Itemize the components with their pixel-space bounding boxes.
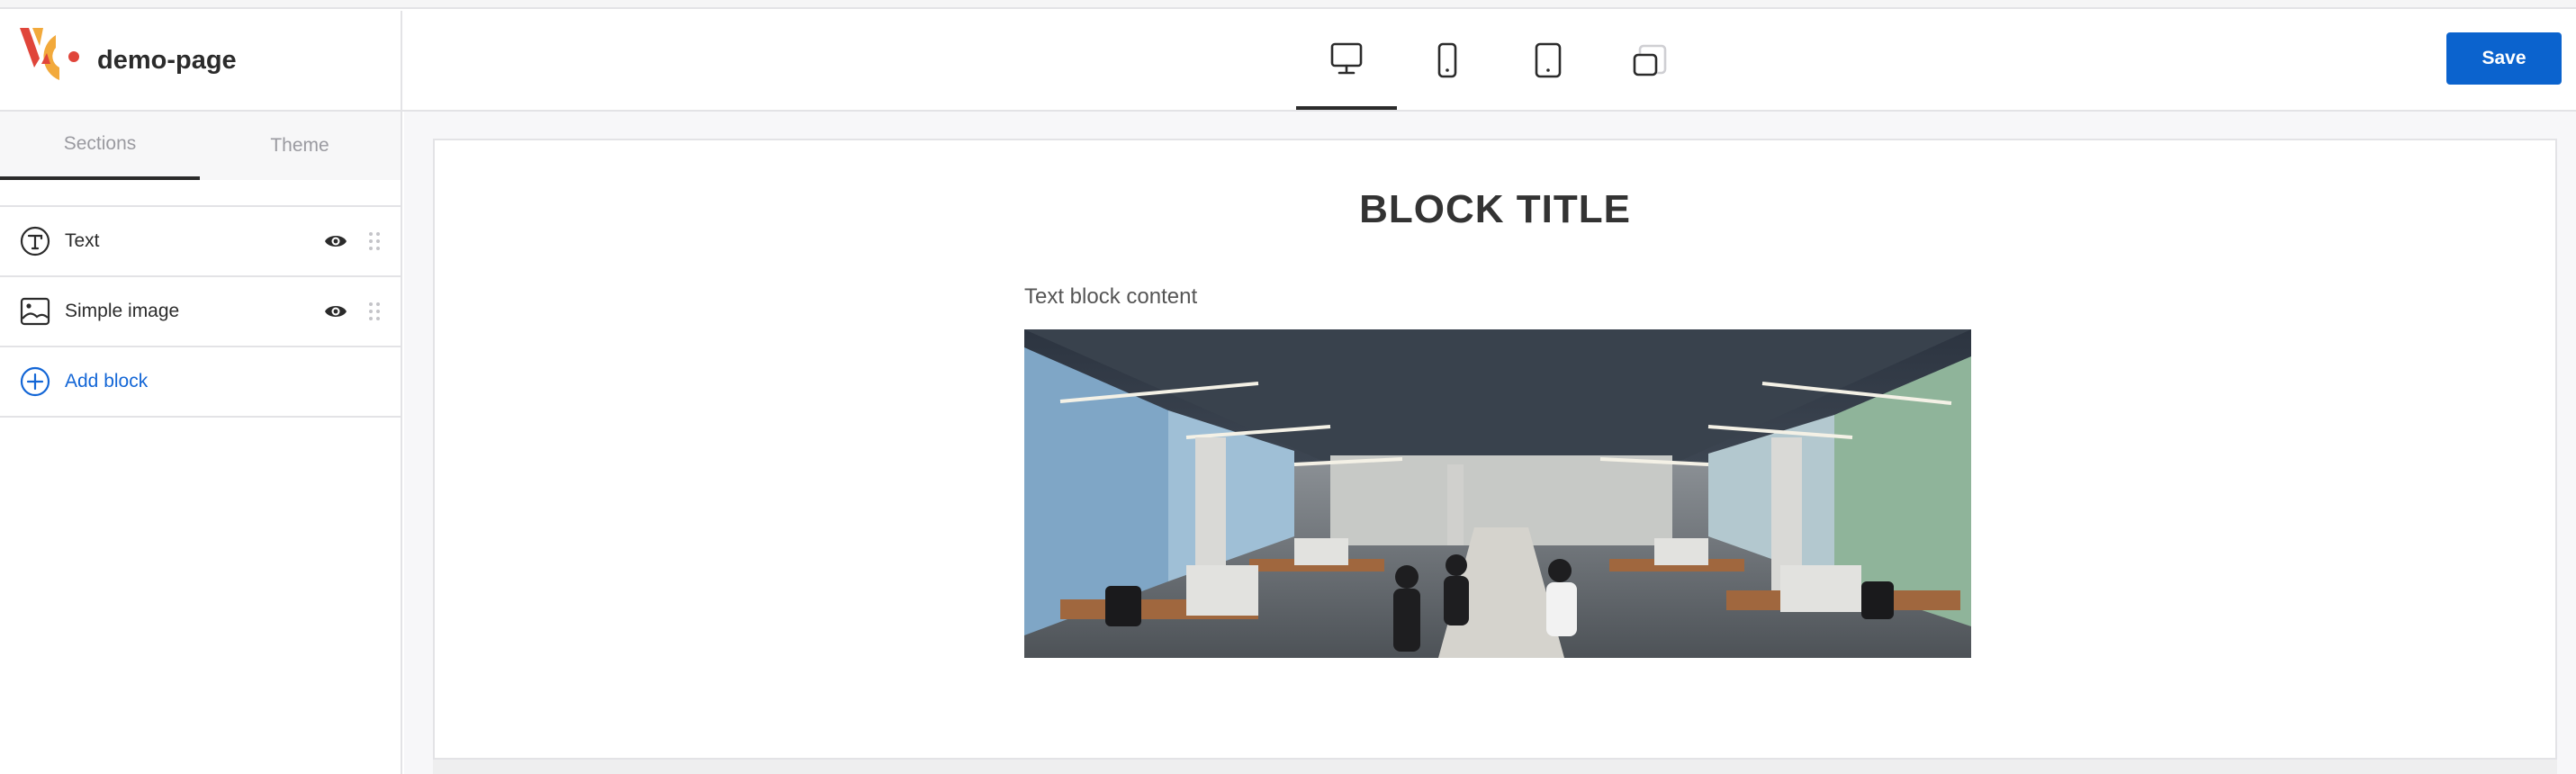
text-block-content[interactable]: Text block content [1024, 284, 1197, 310]
drag-handle-icon[interactable] [367, 230, 382, 252]
top-rule [0, 0, 2576, 9]
app-logo-icon [20, 28, 79, 80]
sidebar: demo-page Sections Theme Text Simple ima… [0, 11, 402, 774]
mobile-icon [1437, 42, 1457, 78]
device-mobile-button[interactable] [1397, 11, 1498, 110]
device-desktop-button[interactable] [1296, 11, 1397, 110]
add-block-button[interactable]: Add block [0, 347, 401, 418]
canvas-area: BLOCK TITLE Text block content [404, 112, 2576, 774]
block-item-simple-image[interactable]: Simple image [0, 277, 401, 347]
sidebar-tabs: Sections Theme [0, 112, 401, 180]
device-tablet-button[interactable] [1498, 11, 1599, 110]
block-label-simple-image: Simple image [65, 301, 180, 321]
office-photo [1024, 329, 1971, 658]
plus-circle-icon [20, 366, 50, 397]
eye-icon[interactable] [324, 302, 347, 320]
brand-header: demo-page [0, 11, 401, 112]
block-item-text[interactable]: Text [0, 207, 401, 277]
device-landscape-button[interactable] [1599, 11, 1699, 110]
eye-icon[interactable] [324, 232, 347, 250]
tab-theme[interactable]: Theme [200, 112, 400, 180]
block-label-text: Text [65, 230, 100, 251]
tablet-icon [1535, 42, 1562, 78]
toolbar: Save [402, 11, 2576, 112]
add-block-label: Add block [65, 371, 149, 392]
simple-image-block[interactable] [1024, 329, 1971, 658]
rotate-landscape-icon [1633, 44, 1667, 76]
sidebar-spacer [0, 180, 401, 207]
text-block-icon [20, 226, 50, 256]
preview-bottom-edge [433, 760, 2557, 774]
tab-sections[interactable]: Sections [0, 112, 200, 180]
page-preview: BLOCK TITLE Text block content [433, 139, 2557, 760]
desktop-icon [1330, 42, 1363, 75]
drag-handle-icon[interactable] [367, 301, 382, 322]
image-block-icon [20, 297, 50, 326]
block-title[interactable]: BLOCK TITLE [435, 187, 2555, 232]
save-button[interactable]: Save [2446, 32, 2562, 85]
page-name: demo-page [97, 45, 237, 75]
